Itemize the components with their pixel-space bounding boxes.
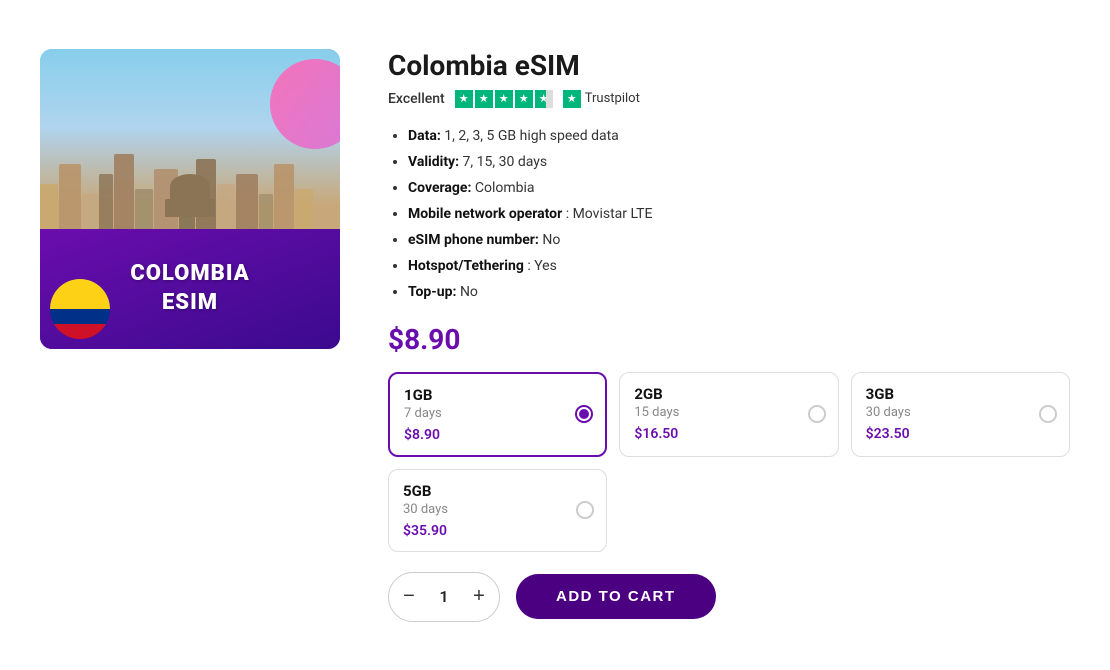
plan-5gb-data: 5GB	[403, 482, 592, 500]
star-2: ★	[475, 90, 493, 108]
plan-2gb-radio	[808, 405, 826, 423]
country-flag	[50, 279, 110, 339]
plan-1gb-days: 7 days	[404, 406, 591, 421]
plan-1gb-data: 1GB	[404, 386, 591, 404]
star-5-half: ★	[535, 90, 553, 108]
product-page: COLOMBIA ESIM Colombia eSIM Excellent ★ …	[0, 9, 1110, 662]
quantity-control: − 1 +	[388, 572, 500, 622]
product-details-panel: Colombia eSIM Excellent ★ ★ ★ ★ ★ ★ Trus…	[388, 49, 1070, 622]
feature-data-label: Data:	[408, 128, 441, 144]
plan-2gb-days: 15 days	[634, 405, 823, 420]
plan-2gb-data: 2GB	[634, 385, 823, 403]
feature-operator: Mobile network operator : Movistar LTE	[408, 204, 1070, 225]
trustpilot-row: Excellent ★ ★ ★ ★ ★ ★ Trustpilot	[388, 90, 1070, 108]
trustpilot-label: Trustpilot	[585, 91, 640, 106]
plan-5gb-radio	[576, 501, 594, 519]
feature-validity-label: Validity:	[408, 154, 459, 170]
feature-validity: Validity: 7, 15, 30 days	[408, 152, 1070, 173]
flag-blue-stripe	[50, 309, 110, 324]
feature-data: Data: 1, 2, 3, 5 GB high speed data	[408, 126, 1070, 147]
feature-phone-label: eSIM phone number:	[408, 232, 539, 248]
feature-coverage-value: Colombia	[475, 180, 535, 196]
features-list: Data: 1, 2, 3, 5 GB high speed data Vali…	[388, 126, 1070, 303]
feature-hotspot-label: Hotspot/Tethering	[408, 258, 524, 274]
plan-2gb-price: $16.50	[634, 426, 823, 442]
product-country-label: COLOMBIA	[130, 260, 249, 289]
plan-5gb-days: 30 days	[403, 502, 592, 517]
feature-topup-label: Top-up:	[408, 284, 456, 300]
product-image: COLOMBIA ESIM	[40, 49, 340, 349]
plan-5gb[interactable]: 5GB 30 days $35.90	[388, 469, 607, 552]
quantity-decrease-button[interactable]: −	[389, 577, 429, 617]
quantity-value: 1	[429, 587, 459, 606]
feature-hotspot-value: : Yes	[527, 258, 556, 274]
feature-phone-value: No	[542, 232, 560, 248]
plans-grid-row2: 5GB 30 days $35.90	[388, 469, 1070, 552]
feature-operator-label: Mobile network operator	[408, 206, 562, 222]
plan-5gb-price: $35.90	[403, 523, 592, 539]
feature-coverage-label: Coverage:	[408, 180, 471, 196]
product-title: Colombia eSIM	[388, 49, 1070, 82]
plan-1gb[interactable]: 1GB 7 days $8.90	[388, 372, 607, 457]
plan-1gb-price: $8.90	[404, 427, 591, 443]
plan-1gb-radio	[575, 405, 593, 423]
trustpilot-logo: ★ Trustpilot	[563, 90, 640, 108]
product-price: $8.90	[388, 323, 1070, 356]
plan-3gb-price: $23.50	[866, 426, 1055, 442]
feature-topup: Top-up: No	[408, 282, 1070, 303]
cart-row: − 1 + ADD TO CART	[388, 572, 1070, 622]
plan-3gb-days: 30 days	[866, 405, 1055, 420]
feature-topup-value: No	[460, 284, 478, 300]
rating-label: Excellent	[388, 91, 445, 107]
feature-coverage: Coverage: Colombia	[408, 178, 1070, 199]
plan-3gb-radio	[1039, 405, 1057, 423]
feature-operator-value: : Movistar LTE	[566, 206, 653, 222]
plan-3gb[interactable]: 3GB 30 days $23.50	[851, 372, 1070, 457]
quantity-increase-button[interactable]: +	[459, 577, 499, 617]
plan-2gb[interactable]: 2GB 15 days $16.50	[619, 372, 838, 457]
feature-hotspot: Hotspot/Tethering : Yes	[408, 256, 1070, 277]
feature-data-value: 1, 2, 3, 5 GB high speed data	[444, 128, 619, 144]
star-rating: ★ ★ ★ ★ ★	[455, 90, 553, 108]
star-3: ★	[495, 90, 513, 108]
add-to-cart-button[interactable]: ADD TO CART	[516, 574, 716, 619]
star-4: ★	[515, 90, 533, 108]
plan-3gb-data: 3GB	[866, 385, 1055, 403]
feature-validity-value: 7, 15, 30 days	[463, 154, 548, 170]
plans-grid-row1: 1GB 7 days $8.90 2GB 15 days $16.50 3GB …	[388, 372, 1070, 457]
product-type-label: ESIM	[162, 289, 218, 318]
feature-phone-number: eSIM phone number: No	[408, 230, 1070, 251]
trustpilot-star-icon: ★	[563, 90, 581, 108]
star-1: ★	[455, 90, 473, 108]
